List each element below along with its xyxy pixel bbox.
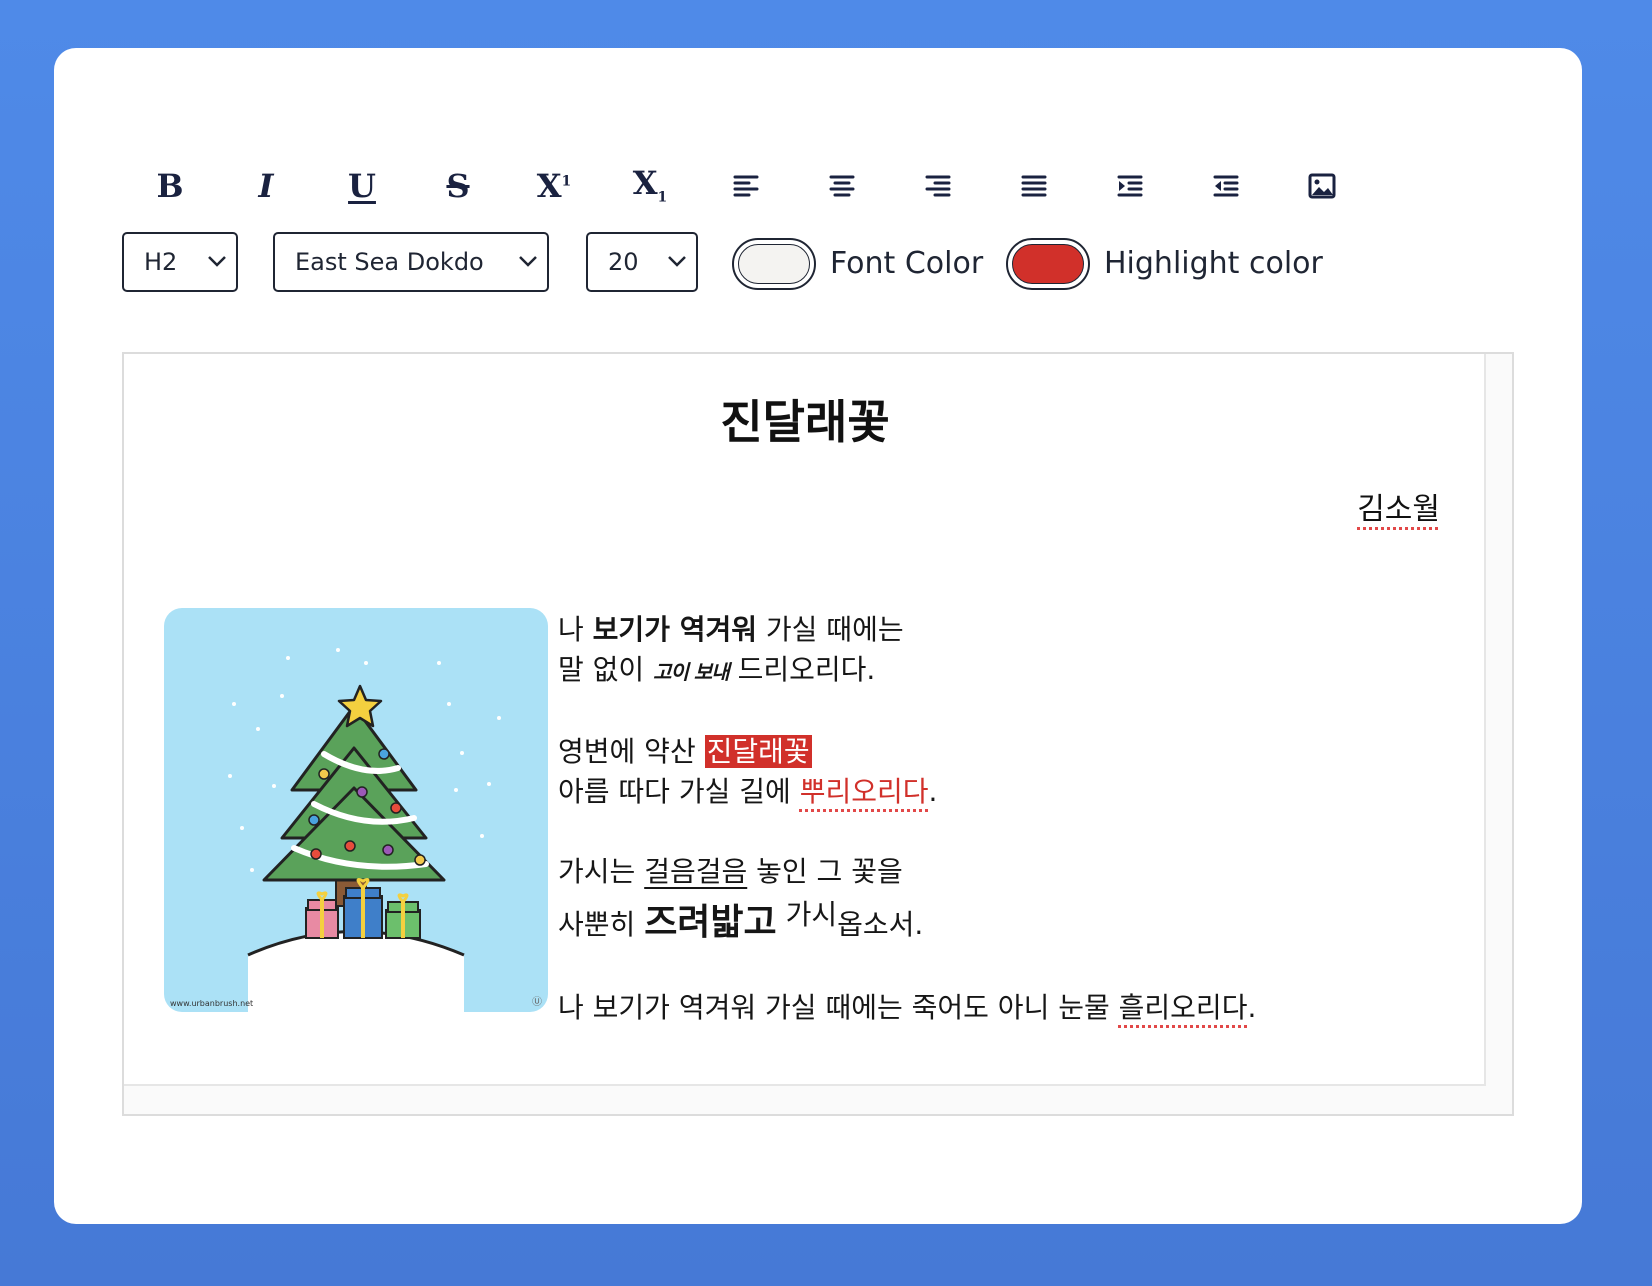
large-bold-text: 즈려밟고: [644, 902, 777, 943]
poem-line: 말 없이 고이 보내 드리오리다.: [558, 653, 876, 686]
font-size-select-value: 20: [608, 248, 639, 276]
indent-icon: [1117, 175, 1143, 197]
align-center-icon: [829, 175, 855, 197]
poem-line: 나 보기가 역겨워 가실 때에는 죽어도 아니 눈물 흘리오리다.: [558, 991, 1257, 1024]
underline-icon: U: [348, 167, 376, 205]
font-color-swatch[interactable]: [732, 238, 816, 290]
align-right-button[interactable]: [890, 150, 986, 222]
insert-image-button[interactable]: [1274, 150, 1370, 222]
font-color-label: Font Color: [830, 246, 984, 281]
poem-line: 아름 따다 가실 길에 뿌리오리다.: [558, 775, 938, 808]
subscript-icon: X1: [632, 164, 668, 206]
highlight-color-swatch-fill: [1012, 244, 1084, 284]
christmas-tree-illustration: [228, 648, 501, 1012]
strikethrough-button[interactable]: S: [410, 150, 506, 222]
chevron-down-icon: [208, 256, 226, 267]
underlined-text: 걸음걸음: [644, 855, 748, 888]
superscript-text: 가시: [785, 898, 838, 931]
image-credit: www.urbanbrush.net: [170, 999, 254, 1008]
script-font-text: 고이 보내: [653, 660, 730, 684]
font-family-select[interactable]: East Sea Dokdo: [273, 232, 549, 292]
font-color-swatch-fill: [738, 244, 810, 284]
red-text: 뿌리오리다: [799, 775, 929, 808]
superscript-button[interactable]: X1: [506, 150, 602, 222]
chevron-down-icon: [519, 256, 537, 267]
editor-card: B I U S X1 X1 H2 East Sea Dokdo 20 Font …: [54, 48, 1582, 1224]
subscript-button[interactable]: X1: [602, 150, 698, 222]
document-author: 김소월: [1357, 492, 1440, 527]
christmas-tree-image[interactable]: www.urbanbrush.net Ⓤ: [164, 608, 548, 1012]
editor-content-area[interactable]: 진달래꽃 김소월 www.urbanbrush.net Ⓤ 나 보기가 역겨워 …: [124, 354, 1486, 1086]
align-right-icon: [925, 175, 951, 197]
poem-body: 나 보기가 역겨워 가실 때에는 말 없이 고이 보내 드리오리다. 영변에 약…: [558, 610, 1256, 1028]
outdent-button[interactable]: [1178, 150, 1274, 222]
image-watermark-icon: Ⓤ: [532, 997, 542, 1008]
align-justify-button[interactable]: [986, 150, 1082, 222]
bold-icon: B: [156, 167, 184, 205]
heading-select-value: H2: [144, 248, 178, 276]
document-title: 진달래꽃: [720, 395, 890, 449]
indent-button[interactable]: [1082, 150, 1178, 222]
poem-line: 나 보기가 역겨워 가실 때에는: [558, 613, 904, 646]
underline-button[interactable]: U: [314, 150, 410, 222]
spellcheck-flagged-text: 흘리오리다: [1118, 991, 1248, 1024]
highlight-color-swatch[interactable]: [1006, 238, 1090, 290]
italic-button[interactable]: I: [218, 150, 314, 222]
align-center-button[interactable]: [794, 150, 890, 222]
image-icon: [1308, 173, 1336, 199]
heading-select[interactable]: H2: [122, 232, 238, 292]
chevron-down-icon: [668, 256, 686, 267]
align-justify-icon: [1021, 175, 1047, 197]
poem-line: 영변에 약산 진달래꽃: [558, 735, 812, 768]
editor-frame: 진달래꽃 김소월 www.urbanbrush.net Ⓤ 나 보기가 역겨워 …: [122, 352, 1514, 1116]
poem-line: 사뿐히 즈려밟고 가시옵소서.: [558, 898, 924, 943]
align-left-icon: [733, 175, 759, 197]
strikethrough-icon: S: [446, 167, 470, 205]
font-family-select-value: East Sea Dokdo: [295, 248, 484, 276]
bold-text: 보기가 역겨워: [592, 613, 757, 646]
poem-line: 가시는 걸음걸음 놓인 그 꽃을: [558, 855, 903, 888]
bold-button[interactable]: B: [122, 150, 218, 222]
align-left-button[interactable]: [698, 150, 794, 222]
font-size-select[interactable]: 20: [586, 232, 698, 292]
formatting-toolbar: B I U S X1 X1: [122, 150, 1370, 222]
italic-icon: I: [258, 167, 274, 205]
highlight-color-label: Highlight color: [1104, 246, 1323, 281]
highlighted-text: 진달래꽃: [704, 735, 812, 768]
outdent-icon: [1213, 175, 1239, 197]
superscript-icon: X1: [536, 167, 572, 205]
